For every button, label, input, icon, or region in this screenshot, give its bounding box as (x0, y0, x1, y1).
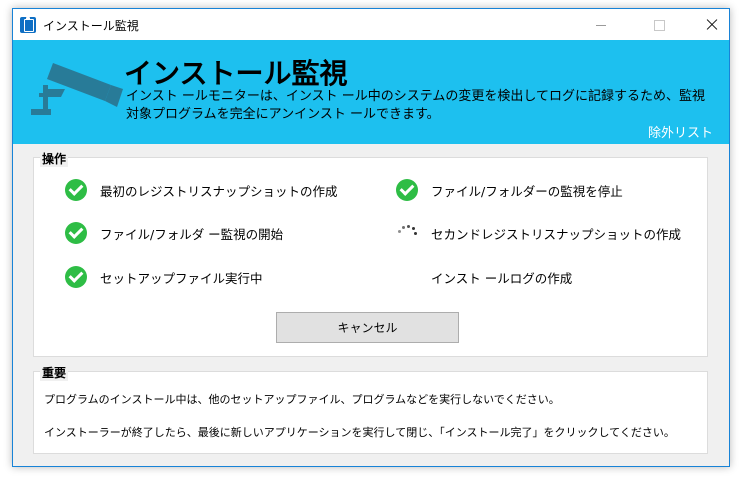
check-icon (65, 222, 87, 244)
operations-group: 操作 最初のレジストリスナップショットの作成 ファイル/フォルダ ー監視の開始 … (33, 150, 708, 357)
check-icon (396, 179, 418, 201)
header-banner: インストール監視 インスト ールモニターは、インスト ール中のシステムの変更を検… (13, 40, 729, 144)
task-item: ファイル/フォルダ ー監視の開始 (65, 222, 283, 244)
task-label: インスト ールログの作成 (431, 270, 573, 286)
app-clipboard-icon (20, 17, 36, 33)
pending-icon (396, 266, 418, 288)
window-title: インストール監視 (43, 19, 139, 33)
important-label: 重要 (40, 364, 69, 381)
task-item: インスト ールログの作成 (396, 266, 572, 288)
maximize-button[interactable] (636, 9, 682, 40)
spinner-icon (396, 222, 418, 244)
exclusion-list-link[interactable]: 除外リスト (648, 122, 713, 141)
task-item: 最初のレジストリスナップショットの作成 (65, 179, 338, 201)
task-label: ファイル/フォルダ ー監視の開始 (100, 226, 284, 242)
task-item: ファイル/フォルダーの監視を停止 (396, 179, 623, 201)
notice-line-2: インストーラーが終了したら、最後に新しいアプリケーションを実行して閉じ、「インス… (44, 426, 675, 439)
notice-line-1: プログラムのインストール中は、他のセットアップファイル、プログラムなどを実行しな… (44, 393, 560, 406)
task-label: セットアップファイル実行中 (100, 270, 263, 286)
task-label: セカンドレジストリスナップショットの作成 (431, 226, 682, 242)
security-camera-icon (31, 63, 123, 115)
close-button[interactable] (689, 9, 735, 40)
important-group: 重要 プログラムのインストール中は、他のセットアップファイル、プログラムなどを実… (33, 364, 708, 454)
task-label: ファイル/フォルダーの監視を停止 (431, 183, 623, 199)
banner-description: インスト ールモニターは、インスト ール中のシステムの変更を検出してログに記録す… (126, 89, 705, 122)
page-title: インストール監視 (124, 57, 348, 90)
minimize-button[interactable] (578, 9, 624, 40)
task-item: セットアップファイル実行中 (65, 266, 263, 288)
install-monitor-window: インストール監視 インストール監視 インスト ールモニターは、インスト ール中の… (12, 8, 730, 467)
title-bar[interactable]: インストール監視 (13, 9, 729, 40)
check-icon (65, 266, 87, 288)
operations-label: 操作 (40, 150, 69, 167)
task-item: セカンドレジストリスナップショットの作成 (396, 222, 681, 244)
check-icon (65, 179, 87, 201)
task-label: 最初のレジストリスナップショットの作成 (100, 183, 338, 199)
cancel-button[interactable]: キャンセル (276, 312, 459, 343)
